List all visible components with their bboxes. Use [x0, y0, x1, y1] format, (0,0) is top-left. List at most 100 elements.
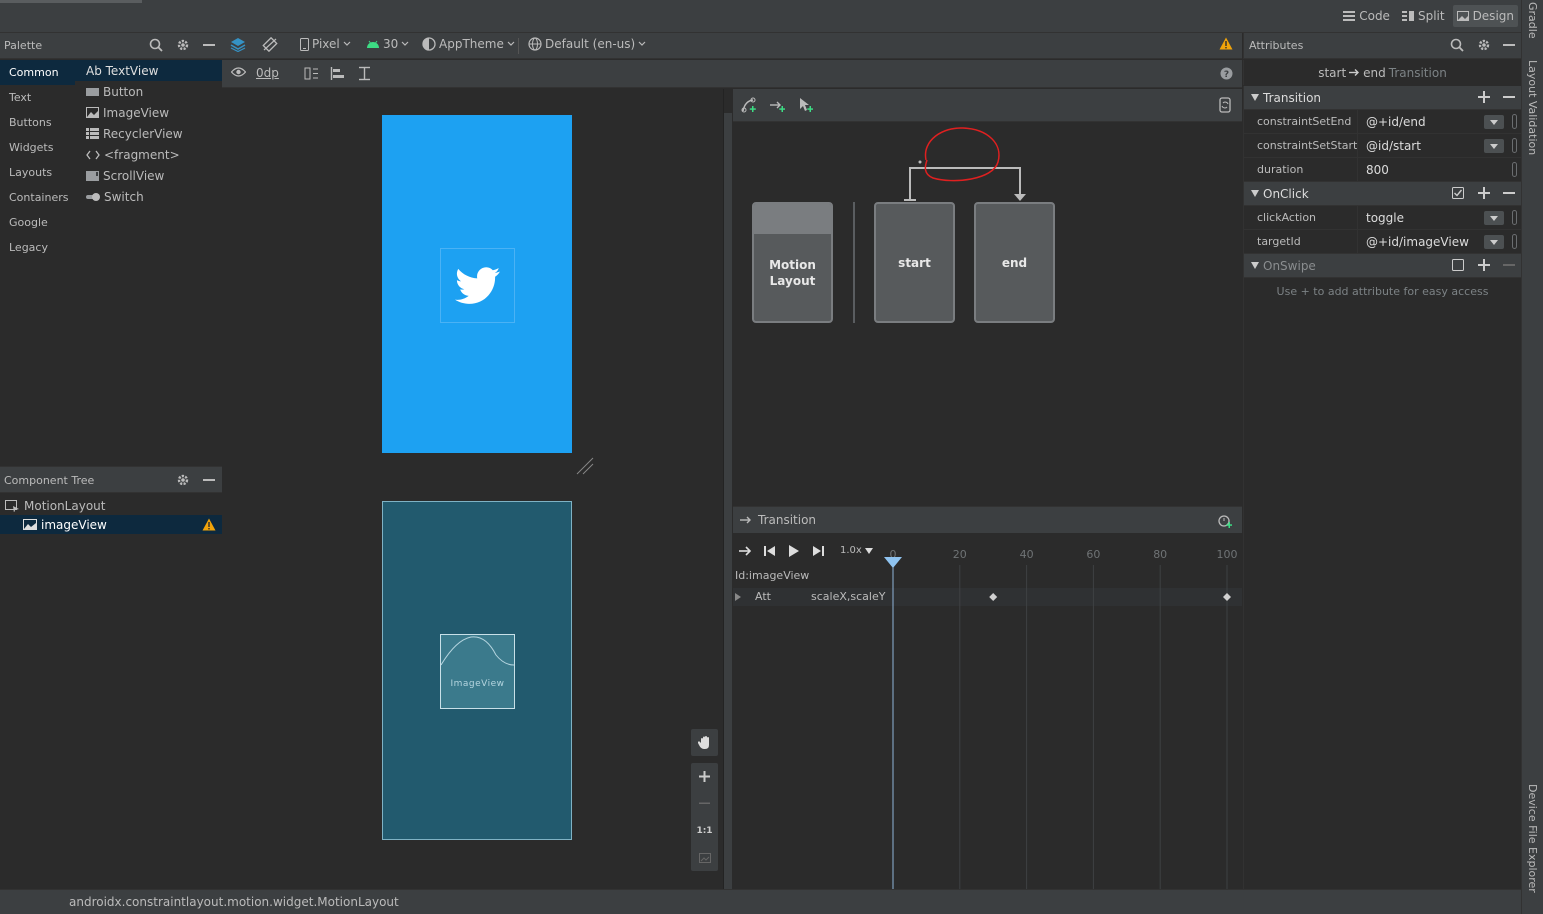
palette-item-fragment[interactable]: <fragment> [75, 144, 222, 165]
zoom-fit-button[interactable] [691, 844, 718, 871]
constraintset-end-card[interactable]: end [974, 202, 1055, 323]
create-click-handler-icon[interactable] [797, 97, 813, 113]
tree-node-motionlayout[interactable]: MotionLayout [0, 496, 222, 515]
split-mode-button[interactable]: Split [1398, 5, 1449, 27]
tab-indicator [0, 0, 142, 3]
palette-category-containers[interactable]: Containers [0, 185, 75, 210]
add-keyframe-icon[interactable] [1218, 513, 1232, 528]
attr-resource-picker[interactable] [1512, 210, 1517, 225]
loop-direction-icon[interactable] [739, 545, 752, 557]
device-selector[interactable]: Pixel [300, 37, 351, 51]
search-icon[interactable] [149, 38, 163, 52]
checkbox-checked-icon[interactable] [1452, 187, 1464, 199]
dropdown-button[interactable] [1484, 235, 1504, 249]
triangle-down-icon [1251, 190, 1259, 197]
warning-icon[interactable] [202, 518, 216, 531]
remove-section-icon[interactable] [1503, 91, 1515, 103]
zoom-out-button[interactable] [691, 790, 718, 817]
palette-item-scrollview[interactable]: ScrollView [75, 165, 222, 186]
pack-icon[interactable] [304, 66, 319, 81]
scrollview-icon [86, 170, 99, 181]
palette-item-switch[interactable]: Switch [75, 186, 222, 207]
gradle-tab[interactable]: Gradle [1526, 2, 1539, 39]
section-onswipe[interactable]: OnSwipe [1244, 254, 1521, 278]
dropdown-button[interactable] [1484, 115, 1504, 129]
gear-icon[interactable] [176, 38, 190, 52]
attr-resource-picker[interactable] [1512, 114, 1517, 129]
tree-node-imageview[interactable]: imageView [0, 515, 222, 534]
pan-hand-icon[interactable] [691, 729, 718, 756]
resize-handle[interactable] [575, 456, 595, 476]
minimize-icon[interactable] [202, 473, 216, 487]
dropdown-button[interactable] [1484, 211, 1504, 225]
remove-section-icon[interactable] [1503, 187, 1515, 199]
palette-item-imageview[interactable]: ImageView [75, 102, 222, 123]
align-icon[interactable] [330, 66, 345, 81]
gear-icon[interactable] [1477, 38, 1491, 52]
add-attribute-icon[interactable] [1478, 187, 1490, 199]
create-transition-icon[interactable] [769, 97, 785, 113]
palette-category-common[interactable]: Common [0, 60, 75, 85]
canvas-scrollbar[interactable] [724, 113, 732, 889]
locale-selector[interactable]: Default (en-us) [528, 37, 646, 51]
attr-resource-picker[interactable] [1512, 234, 1517, 249]
transition-arrow[interactable] [893, 122, 1033, 207]
minimize-icon[interactable] [1502, 38, 1516, 52]
chevron-down-icon [401, 41, 409, 47]
palette-category-google[interactable]: Google [0, 210, 75, 235]
gear-icon[interactable] [176, 473, 190, 487]
design-mode-button[interactable]: Design [1452, 5, 1518, 27]
palette-item-button[interactable]: Button [75, 81, 222, 102]
device-file-explorer-tab[interactable]: Device File Explorer [1526, 784, 1539, 893]
section-onclick[interactable]: OnClick [1244, 182, 1521, 206]
palette-category-text[interactable]: Text [0, 85, 75, 110]
cycle-layout-icon[interactable] [1218, 97, 1232, 113]
attr-resource-picker[interactable] [1512, 162, 1517, 177]
theme-selector[interactable]: AppTheme [422, 37, 515, 51]
speed-selector[interactable]: 1.0x [840, 545, 873, 556]
attr-value-duration[interactable]: 800 [1357, 158, 1507, 181]
palette-header: Palette [0, 33, 222, 59]
palette-category-widgets[interactable]: Widgets [0, 135, 75, 160]
zoom-in-button[interactable] [691, 763, 718, 790]
skip-to-start-icon[interactable] [764, 545, 776, 557]
api-selector[interactable]: 30 [366, 37, 409, 51]
design-preview-screen[interactable] [382, 115, 572, 453]
dropdown-button[interactable] [1484, 139, 1504, 153]
preview-imageview[interactable] [440, 248, 515, 323]
motionlayout-card[interactable]: Motion Layout [752, 202, 833, 323]
zoom-actual-size-button[interactable]: 1:1 [691, 817, 718, 844]
palette-category-buttons[interactable]: Buttons [0, 110, 75, 135]
expand-triangle-icon[interactable] [735, 593, 741, 601]
play-icon[interactable] [788, 544, 800, 558]
guidelines-icon[interactable] [357, 66, 372, 81]
blueprint-preview-screen[interactable]: ImageView [382, 501, 572, 840]
add-attribute-icon[interactable] [1478, 259, 1490, 271]
checkbox-unchecked-icon[interactable] [1452, 259, 1464, 271]
constraintset-start-card[interactable]: start [874, 202, 955, 323]
palette-category-legacy[interactable]: Legacy [0, 235, 75, 260]
warning-icon[interactable] [1219, 37, 1233, 50]
eye-icon[interactable] [231, 67, 246, 77]
blueprint-imageview[interactable]: ImageView [440, 634, 515, 709]
playhead-marker[interactable] [884, 557, 902, 568]
add-attribute-icon[interactable] [1478, 91, 1490, 103]
default-margin-button[interactable]: 0dp [256, 66, 279, 80]
palette-item-textview[interactable]: Ab TextView [75, 60, 222, 81]
search-icon[interactable] [1450, 38, 1464, 52]
palette-category-layouts[interactable]: Layouts [0, 160, 75, 185]
palette-item-recyclerview[interactable]: RecyclerView [75, 123, 222, 144]
help-icon[interactable]: ? [1220, 67, 1233, 80]
attr-resource-picker[interactable] [1512, 138, 1517, 153]
layout-validation-tab[interactable]: Layout Validation [1526, 60, 1539, 155]
section-transition[interactable]: Transition [1244, 86, 1521, 110]
keyframe-marker[interactable] [1223, 593, 1231, 601]
minimize-icon[interactable] [202, 38, 216, 52]
keyframe-marker[interactable] [989, 593, 998, 601]
orientation-icon[interactable] [262, 37, 278, 52]
skip-to-end-icon[interactable] [812, 545, 824, 557]
image-icon [23, 519, 37, 530]
create-constraint-set-icon[interactable] [741, 97, 757, 113]
layers-icon[interactable] [230, 37, 246, 52]
code-mode-button[interactable]: Code [1339, 5, 1394, 27]
